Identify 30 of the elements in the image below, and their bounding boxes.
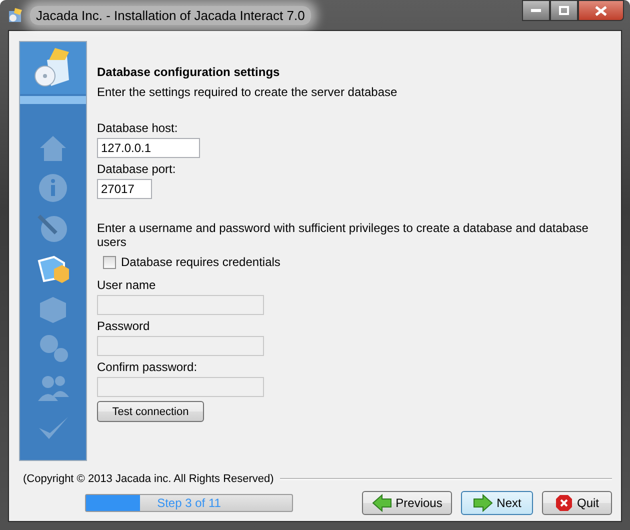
host-field[interactable]: 127.0.0.1 bbox=[97, 138, 200, 158]
next-button[interactable]: Next bbox=[461, 491, 533, 515]
section-description: Enter the settings required to create the server database bbox=[97, 85, 398, 99]
window-title: Jacada Inc. - Installation of Jacada Interact 7.0 bbox=[30, 6, 311, 24]
minimize-button[interactable] bbox=[522, 0, 550, 21]
credentials-hint: Enter a username and password with sufficient privileges to create a database and database users bbox=[97, 221, 590, 249]
checkbox-label: Database requires credentials bbox=[121, 255, 280, 269]
field-label: Password bbox=[97, 319, 150, 333]
left-arrow-icon bbox=[372, 494, 392, 512]
copyright-text: (Copyright © 2013 Jacada inc. All Rights Reserved) bbox=[23, 473, 274, 485]
close-icon bbox=[554, 494, 573, 512]
port-field[interactable]: 27017 bbox=[97, 179, 152, 199]
quit-button[interactable]: Quit bbox=[542, 491, 612, 515]
test-connection-button[interactable]: Test connection bbox=[97, 401, 204, 422]
field-label: Confirm password: bbox=[97, 360, 198, 374]
previous-button[interactable]: Previous bbox=[362, 491, 452, 515]
section-heading: Database configuration settings bbox=[97, 65, 280, 79]
field-label: User name bbox=[97, 278, 156, 292]
minimize-icon bbox=[531, 8, 541, 12]
right-arrow-icon bbox=[472, 494, 493, 512]
field-label: Database host: bbox=[97, 121, 178, 135]
close-icon bbox=[595, 6, 607, 16]
maximize-button[interactable] bbox=[550, 0, 578, 21]
progress-label: Step 3 of 11 bbox=[156, 496, 222, 510]
current-step-highlight bbox=[20, 96, 86, 104]
close-button[interactable] bbox=[578, 0, 624, 21]
credentials-checkbox[interactable] bbox=[103, 256, 116, 268]
field-label: Database port: bbox=[97, 162, 176, 176]
maximize-icon bbox=[559, 6, 569, 15]
installer-icon bbox=[8, 7, 24, 23]
